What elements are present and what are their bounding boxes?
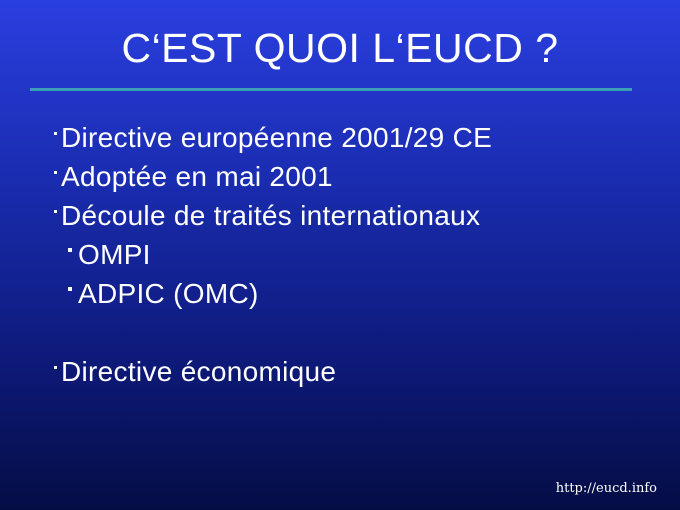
sub-bullet-text: ADPIC (OMC) (78, 278, 259, 309)
slide-title: C‘EST QUOI L‘EUCD ? (121, 25, 559, 71)
bullet-dot-icon (54, 171, 57, 174)
bullet-item: Directive européenne 2001/29 CE (54, 118, 492, 157)
bullet-dot-icon (54, 132, 57, 135)
bullet-text: Directive économique (61, 356, 337, 387)
sub-bullet-text: OMPI (78, 239, 151, 270)
bullet-text: Directive européenne 2001/29 CE (61, 122, 493, 153)
footer-url: http://eucd.info (555, 481, 657, 496)
bullet-list: Directive européenne 2001/29 CE Adoptée … (54, 118, 492, 391)
sub-bullet-dot-icon (68, 287, 72, 291)
bullet-item: Adoptée en mai 2001 (54, 157, 492, 196)
sub-bullet-item: ADPIC (OMC) (54, 274, 492, 313)
bullet-item: Directive économique (54, 352, 492, 391)
sub-bullet-dot-icon (68, 248, 72, 252)
bullet-item: Découle de traités internationaux (54, 196, 492, 235)
title-divider (30, 88, 632, 91)
bullet-dot-icon (54, 210, 57, 213)
sub-bullet-item: OMPI (54, 235, 492, 274)
bullet-text: Découle de traités internationaux (61, 200, 481, 231)
bullet-dot-icon (54, 366, 57, 369)
slide: C‘EST QUOI L‘EUCD ? Directive européenne… (0, 0, 680, 510)
bullet-text: Adoptée en mai 2001 (61, 161, 333, 192)
